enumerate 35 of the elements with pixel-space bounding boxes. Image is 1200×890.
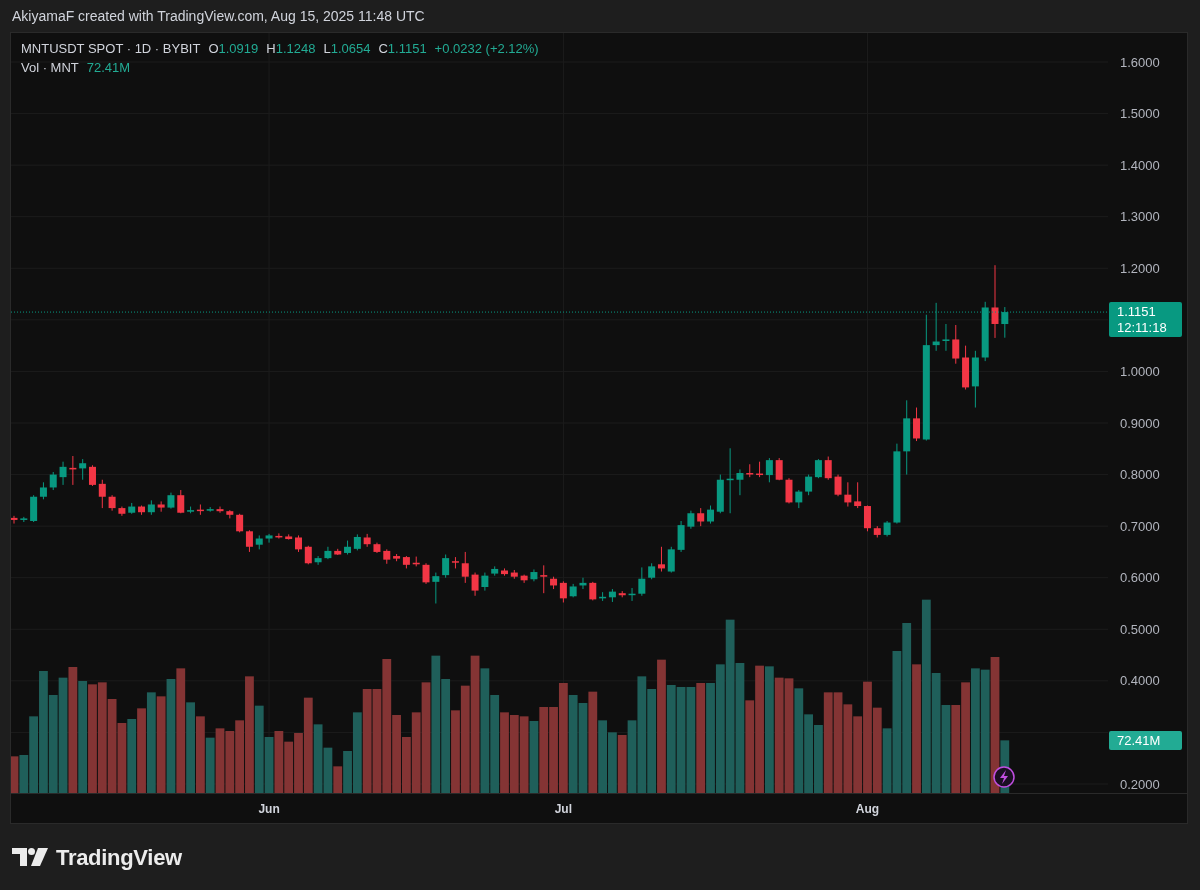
symbol-title: MNTUSDT SPOT · 1D · BYBIT [21, 40, 201, 58]
change-value: +0.0232 (+2.12%) [434, 40, 539, 58]
volume-value: 72.41M [86, 59, 131, 77]
logo-text: TradingView [56, 843, 182, 872]
volume-badge-value: 72.41M [1117, 733, 1161, 748]
lightning-icon[interactable] [993, 766, 1015, 788]
ohlc-label: L [323, 41, 331, 56]
ohlc-label: O [208, 41, 219, 56]
ohlc-value: 1.0919 [218, 41, 259, 56]
time-axis-label: Aug [855, 802, 880, 816]
price-axis-label: 0.5000 [1120, 621, 1160, 637]
ohlc-value: 1.1248 [275, 41, 316, 56]
price-axis-label: 0.9000 [1120, 415, 1160, 431]
price-axis-label: 1.5000 [1120, 106, 1160, 122]
price-axis-label: 1.0000 [1120, 363, 1160, 379]
logo-icon [12, 848, 48, 866]
volume-title: Vol · MNT [21, 59, 79, 77]
countdown-text: 12:11:18 [1117, 320, 1167, 336]
ohlc-label: C [378, 41, 388, 56]
price-axis-label: 1.4000 [1120, 157, 1160, 173]
price-axis-label: 1.2000 [1120, 260, 1160, 276]
price-axis-label: 0.7000 [1120, 518, 1160, 534]
price-axis-label: 1.6000 [1120, 54, 1160, 70]
price-axis-label: 0.4000 [1120, 673, 1160, 689]
time-axis-label: Jun [258, 802, 280, 816]
attribution-text: AkiyamaF created with TradingView.com, Aug 15, 2025 11:48 UTC [12, 6, 425, 26]
ohlc-value: 1.0654 [330, 41, 371, 56]
ohlc-label: H [266, 41, 276, 56]
price-axis-label: 0.2000 [1120, 776, 1160, 792]
ohlc-value: 1.1151 [387, 41, 427, 56]
price-axis-label: 0.8000 [1120, 467, 1160, 483]
price-axis-label: 0.6000 [1120, 570, 1160, 586]
time-axis-label: Jul [554, 802, 573, 816]
price-axis-label: 1.3000 [1120, 209, 1160, 225]
price-badge-value: 1.1151 [1117, 304, 1156, 320]
